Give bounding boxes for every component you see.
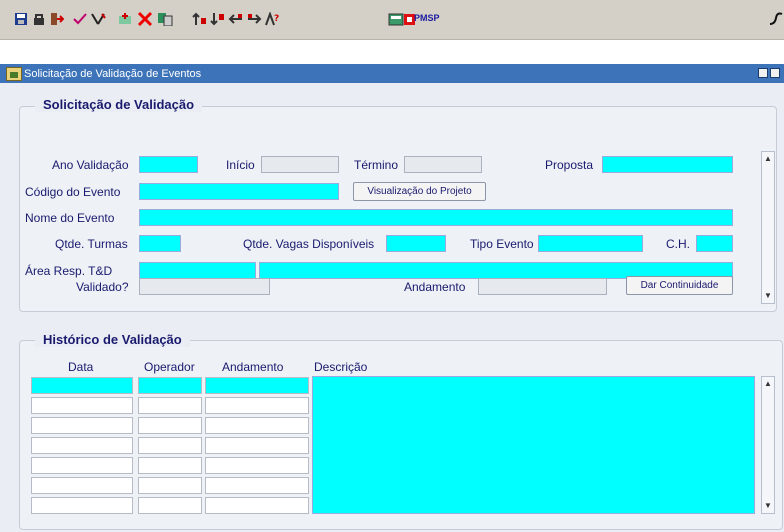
andamento-cell[interactable]: [205, 457, 309, 474]
andamento-cell[interactable]: [205, 377, 309, 394]
maximize-icon[interactable]: [770, 68, 780, 78]
ch-label: C.H.: [666, 237, 690, 251]
andamento-cell[interactable]: [205, 417, 309, 434]
tipo-evento-field[interactable]: [538, 235, 643, 252]
historico-scrollbar[interactable]: ▲ ▼: [761, 376, 775, 514]
operador-cell[interactable]: [138, 477, 202, 494]
next-icon[interactable]: [246, 11, 262, 27]
data-cell[interactable]: [31, 437, 133, 454]
andamento-label: Andamento: [404, 280, 466, 294]
andamento-cell[interactable]: [205, 477, 309, 494]
visualizacao-projeto-button[interactable]: Visualização do Projeto: [353, 182, 486, 201]
termino-field[interactable]: [404, 156, 482, 173]
tipo-evento-label: Tipo Evento: [470, 237, 534, 251]
copy-icon[interactable]: [157, 11, 173, 27]
operador-cell[interactable]: [138, 457, 202, 474]
nome-evento-field[interactable]: [139, 209, 733, 226]
operador-cell[interactable]: [138, 397, 202, 414]
andamento-field[interactable]: [478, 278, 607, 295]
new-record-icon[interactable]: [117, 11, 133, 27]
minimize-icon[interactable]: [758, 68, 768, 78]
nome-evento-label: Nome do Evento: [25, 211, 115, 225]
andamento-cell[interactable]: [205, 497, 309, 514]
window-title: Solicitação de Validação de Eventos: [24, 67, 202, 80]
col-header-data: Data: [68, 360, 94, 374]
proposta-label: Proposta: [545, 158, 594, 172]
qtde-vagas-label: Qtde. Vagas Disponíveis: [243, 237, 375, 251]
area-resp-label: Área Resp. T&D: [25, 264, 113, 278]
col-header-operador: Operador: [144, 360, 195, 374]
first-record-icon[interactable]: [192, 11, 208, 27]
delete-icon[interactable]: [137, 11, 153, 27]
toolbar: ? PMSP: [0, 0, 784, 40]
help-icon[interactable]: ?: [264, 11, 280, 27]
wave-icon[interactable]: [768, 11, 784, 27]
dar-continuidade-button[interactable]: Dar Continuidade: [626, 276, 733, 295]
solicitacao-scrollbar[interactable]: ▲ ▼: [761, 151, 775, 304]
scroll-up-icon[interactable]: ▲: [764, 154, 772, 164]
qtde-turmas-label: Qtde. Turmas: [55, 237, 128, 251]
operador-cell[interactable]: [138, 417, 202, 434]
operador-cell[interactable]: [138, 497, 202, 514]
termino-label: Término: [354, 158, 399, 172]
col-header-descricao: Descrição: [314, 360, 368, 374]
validado-field[interactable]: [139, 278, 270, 295]
operador-cell[interactable]: [138, 377, 202, 394]
ch-field[interactable]: [696, 235, 733, 252]
scroll-up-icon[interactable]: ▲: [764, 379, 772, 389]
inicio-label: Início: [226, 158, 255, 172]
clear-icon[interactable]: [90, 11, 106, 27]
save-icon[interactable]: [13, 11, 29, 27]
previous-icon[interactable]: [228, 11, 244, 27]
validado-label: Validado?: [76, 280, 129, 294]
check-icon[interactable]: [72, 11, 88, 27]
data-cell[interactable]: [31, 377, 133, 394]
codigo-evento-field[interactable]: [139, 183, 339, 200]
app-window-icon: [6, 66, 22, 81]
data-cell[interactable]: [31, 477, 133, 494]
svg-text:?: ?: [274, 14, 279, 24]
scroll-down-icon[interactable]: ▼: [764, 501, 772, 511]
exit-icon[interactable]: [49, 11, 65, 27]
data-cell[interactable]: [31, 417, 133, 434]
codigo-evento-label: Código do Evento: [25, 185, 121, 199]
qtde-turmas-field[interactable]: [139, 235, 181, 252]
ano-validacao-field[interactable]: [139, 156, 198, 173]
proposta-field[interactable]: [602, 156, 733, 173]
operador-cell[interactable]: [138, 437, 202, 454]
andamento-cell[interactable]: [205, 397, 309, 414]
data-cell[interactable]: [31, 497, 133, 514]
scroll-down-icon[interactable]: ▼: [764, 291, 772, 301]
col-header-andamento: Andamento: [222, 360, 284, 374]
solicitacao-title: Solicitação de Validação: [35, 97, 203, 112]
ano-validacao-label: Ano Validação: [52, 158, 129, 172]
andamento-cell[interactable]: [205, 437, 309, 454]
inicio-field[interactable]: [261, 156, 339, 173]
descricao-field[interactable]: [312, 376, 755, 514]
data-cell[interactable]: [31, 397, 133, 414]
last-record-icon[interactable]: [210, 11, 226, 27]
lock-icon[interactable]: [31, 11, 47, 27]
area-resp-code-field[interactable]: [139, 262, 256, 279]
app-label: PMSP: [414, 13, 440, 23]
data-cell[interactable]: [31, 457, 133, 474]
window-title-bar: Solicitação de Validação de Eventos: [0, 64, 784, 83]
historico-title: Histórico de Validação: [35, 332, 190, 347]
qtde-vagas-field[interactable]: [386, 235, 446, 252]
